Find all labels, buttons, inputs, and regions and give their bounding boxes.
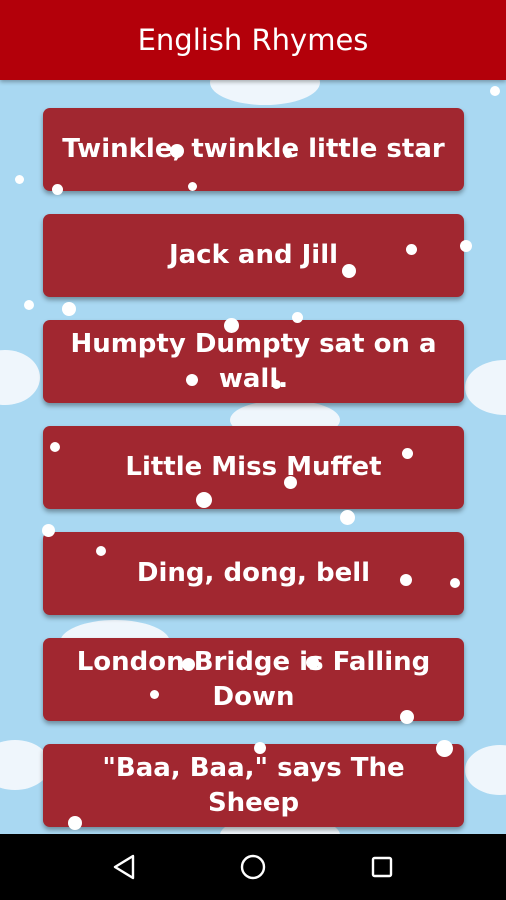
snowflake-decoration [400,574,412,586]
rhyme-item[interactable]: "Baa, Baa," says The Sheep [43,744,464,827]
snowflake-decoration [24,300,34,310]
recents-button[interactable] [362,847,402,887]
snowflake-decoration [284,476,297,489]
snowflake-decoration [68,816,82,830]
rhyme-item[interactable]: Little Miss Muffet [43,426,464,509]
snowflake-decoration [188,182,197,191]
snowflake-decoration [150,690,159,699]
rhyme-item[interactable]: Humpty Dumpty sat on a wall. [43,320,464,403]
rhyme-list-screen[interactable]: Twinkle, twinkle little star Jack and Ji… [0,80,506,834]
back-triangle-icon [114,854,135,880]
snowflake-decoration [342,264,356,278]
snowflake-decoration [450,578,460,588]
recents-square-icon [371,856,392,878]
app-bar: English Rhymes [0,0,506,80]
home-button[interactable] [233,847,273,887]
snowflake-decoration [196,492,212,508]
back-button[interactable] [104,847,144,887]
snowflake-decoration [272,380,281,389]
snowflake-decoration [182,658,195,671]
cloud-decoration [465,360,506,415]
snowflake-decoration [402,448,413,459]
rhyme-item[interactable]: Twinkle, twinkle little star [43,108,464,191]
snowflake-decoration [186,374,198,386]
snowflake-decoration [15,175,24,184]
snowflake-decoration [292,312,303,323]
snowflake-decoration [340,510,355,525]
rhyme-item[interactable]: Ding, dong, bell [43,532,464,615]
snowflake-decoration [406,244,417,255]
snowflake-decoration [224,318,239,333]
rhyme-item[interactable]: London Bridge is Falling Down [43,638,464,721]
snowflake-decoration [400,710,414,724]
home-circle-icon [240,854,266,880]
snowflake-decoration [42,524,55,537]
snowflake-decoration [460,240,472,252]
snowflake-decoration [490,86,500,96]
snowflake-decoration [50,442,60,452]
snowflake-decoration [436,740,453,757]
cloud-decoration [210,80,320,105]
cloud-decoration [465,745,506,795]
snowflake-decoration [254,742,266,754]
snowflake-decoration [170,144,184,158]
snowflake-decoration [52,184,63,195]
rhyme-item[interactable]: Jack and Jill [43,214,464,297]
rhyme-list: Twinkle, twinkle little star Jack and Ji… [43,108,464,834]
snowflake-decoration [96,546,106,556]
app-title: English Rhymes [137,23,369,57]
system-navigation-bar [0,834,506,900]
cloud-decoration [0,350,40,405]
snowflake-decoration [284,150,292,158]
snowflake-decoration [62,302,76,316]
snowflake-decoration [306,656,319,669]
